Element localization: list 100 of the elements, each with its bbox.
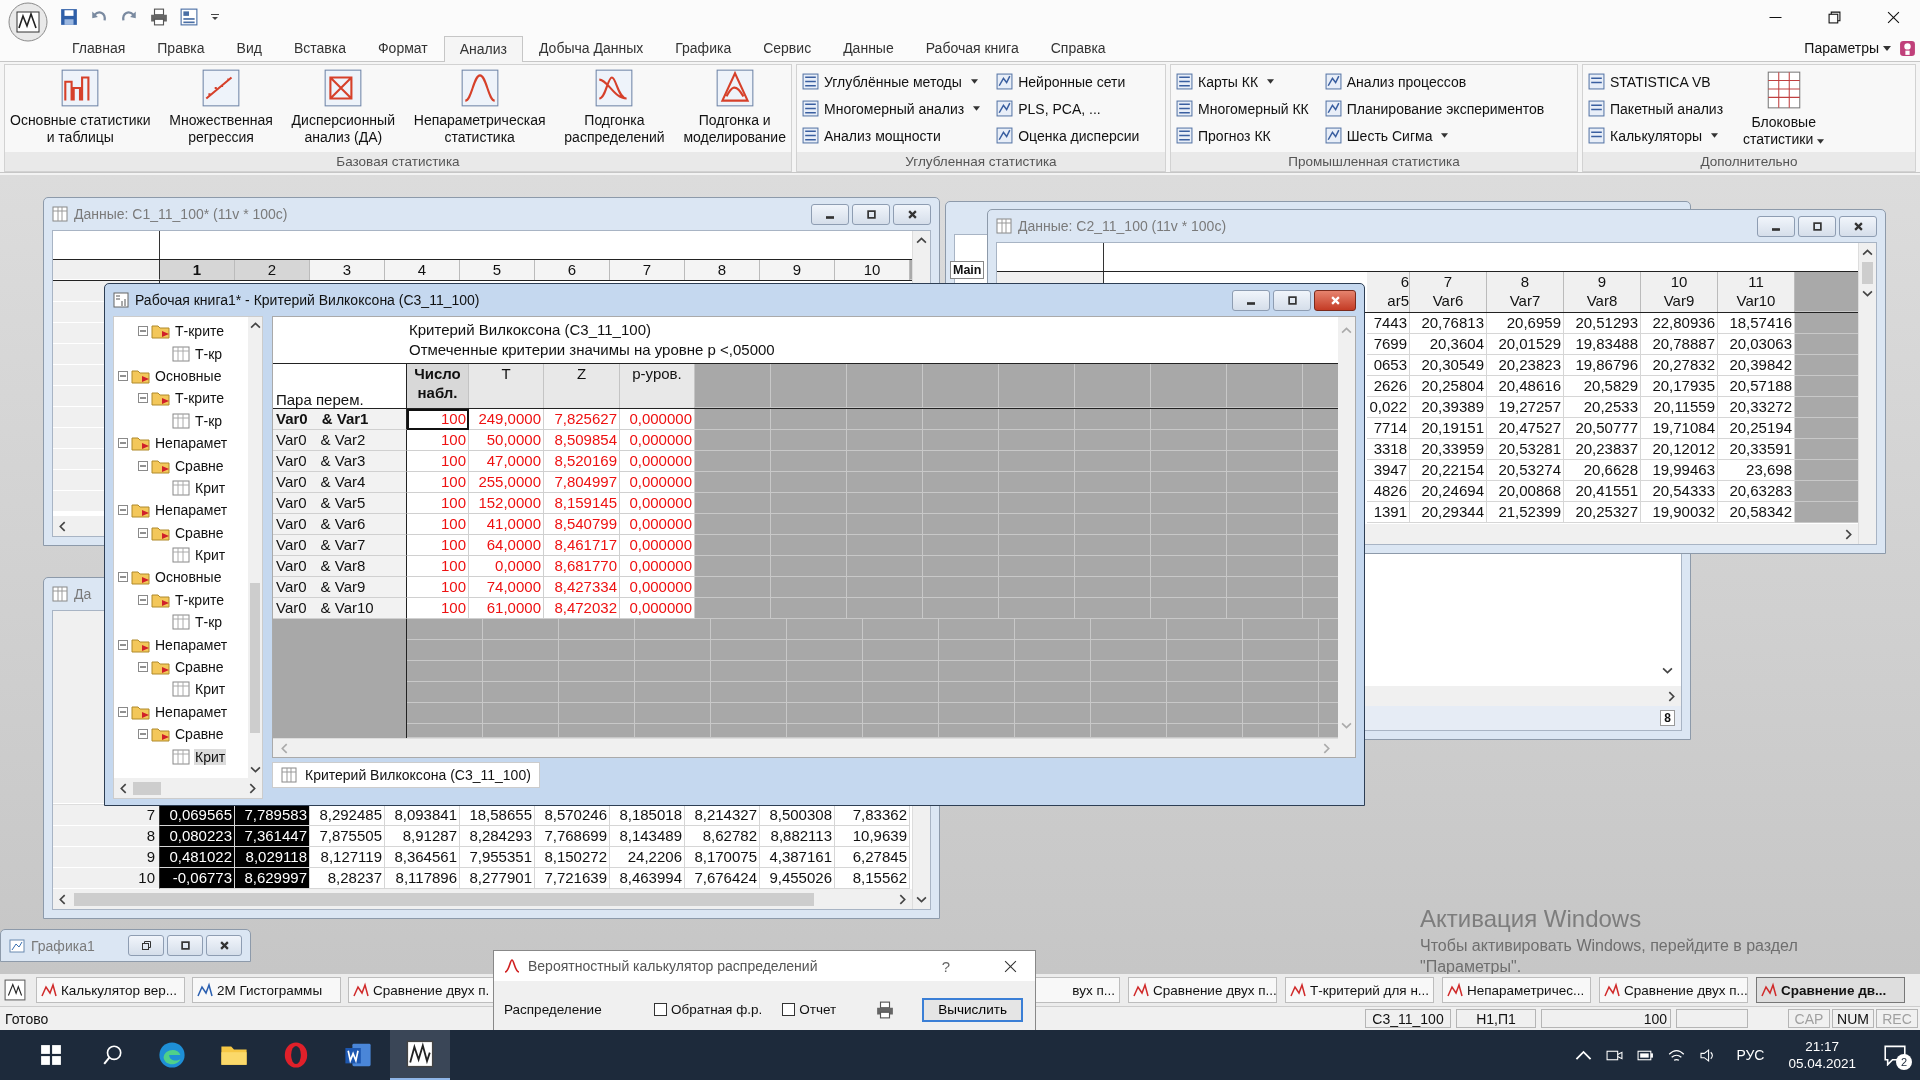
help-button[interactable]: ? bbox=[935, 956, 956, 976]
scrollbar[interactable] bbox=[114, 778, 262, 798]
calculate-button[interactable]: Вычислить bbox=[922, 997, 1023, 1022]
column-header[interactable]: Число набл. bbox=[407, 364, 469, 408]
ribbon-button[interactable]: Множественная регрессия bbox=[166, 67, 276, 146]
scroll-left-icon[interactable] bbox=[57, 893, 68, 905]
restore-icon[interactable] bbox=[1828, 10, 1841, 24]
tree-expander-icon[interactable] bbox=[138, 662, 148, 673]
maximize-button[interactable] bbox=[1273, 289, 1311, 311]
ribbon-button[interactable]: Пакетный анализ bbox=[1585, 96, 1727, 121]
tree-item[interactable]: Сравне bbox=[174, 659, 225, 676]
tree-item[interactable]: Т-крите bbox=[174, 591, 225, 608]
layout-icon[interactable] bbox=[180, 8, 198, 26]
tree-item[interactable]: Т-крите bbox=[174, 323, 225, 340]
sheet-tab[interactable]: Main bbox=[950, 261, 985, 279]
tree-item[interactable]: Непарамет bbox=[154, 435, 229, 452]
ribbon-tab[interactable]: Рабочая книга bbox=[909, 35, 1035, 61]
camera-icon[interactable] bbox=[1606, 1048, 1624, 1062]
maximize-button[interactable] bbox=[167, 935, 203, 956]
language-indicator[interactable]: РУС bbox=[1736, 1047, 1765, 1063]
window-task-button[interactable]: Сравнение дв... bbox=[1756, 977, 1905, 1003]
tree-expander-icon[interactable] bbox=[138, 326, 148, 337]
wifi-icon[interactable] bbox=[1668, 1048, 1686, 1062]
window-task-button[interactable]: Сравнение двух п... bbox=[1599, 977, 1748, 1003]
maximize-button[interactable] bbox=[852, 203, 890, 225]
ring-icon[interactable] bbox=[282, 1041, 310, 1069]
window-task-button[interactable]: Непараметричес... bbox=[1442, 977, 1591, 1003]
ribbon-button[interactable]: Планирование экспериментов bbox=[1321, 96, 1548, 121]
options-menu[interactable]: Параметры bbox=[1804, 40, 1879, 56]
save-icon[interactable] bbox=[60, 8, 78, 26]
column-header[interactable]: 6 bbox=[535, 260, 610, 280]
ribbon-button[interactable]: Калькуляторы bbox=[1585, 123, 1727, 148]
scroll-left-icon[interactable] bbox=[57, 520, 68, 532]
column-header[interactable]: 9 bbox=[760, 260, 835, 280]
ribbon-button[interactable]: Подгонка распределений bbox=[561, 67, 668, 146]
minimize-button[interactable] bbox=[811, 203, 849, 225]
window-task-button[interactable]: Т-критерий для н... bbox=[1285, 977, 1434, 1003]
tree-item[interactable]: Непарамет bbox=[154, 703, 229, 720]
taskbar-button[interactable] bbox=[390, 1030, 450, 1080]
close-button[interactable] bbox=[206, 935, 242, 956]
ribbon-button[interactable]: Подгонка и моделирование bbox=[680, 67, 789, 146]
column-header[interactable]: p-уров. bbox=[620, 364, 695, 408]
column-header[interactable]: 1 bbox=[160, 260, 235, 280]
scroll-thumb[interactable] bbox=[133, 781, 161, 795]
ribbon-tab[interactable]: Анализ bbox=[443, 36, 523, 62]
tree-expander-icon[interactable] bbox=[138, 460, 148, 471]
column-header[interactable]: 2 bbox=[235, 260, 310, 280]
chevron-up-icon[interactable] bbox=[1575, 1048, 1593, 1062]
tree-item[interactable]: Крит bbox=[194, 547, 227, 564]
minimize-button[interactable] bbox=[1757, 215, 1795, 237]
close-icon[interactable] bbox=[1004, 959, 1017, 973]
tree-item[interactable]: Непарамет bbox=[154, 636, 229, 653]
scroll-left-icon[interactable] bbox=[118, 782, 129, 794]
checkbox[interactable] bbox=[654, 1003, 667, 1016]
ribbon-button[interactable]: Блоковые статистики bbox=[1740, 69, 1828, 148]
ribbon-tab[interactable]: Правка bbox=[141, 35, 221, 61]
checkbox[interactable] bbox=[782, 1003, 796, 1016]
tree-expander-icon[interactable] bbox=[118, 639, 128, 650]
scroll-right-icon[interactable] bbox=[1666, 690, 1677, 702]
tree-item[interactable]: Крит bbox=[194, 479, 227, 496]
scroll-down-icon[interactable] bbox=[1862, 288, 1873, 299]
scrollbar[interactable] bbox=[53, 889, 912, 909]
help-icon[interactable] bbox=[1899, 39, 1916, 57]
scroll-right-icon[interactable] bbox=[1843, 528, 1854, 540]
column-header[interactable]: 3 bbox=[310, 260, 385, 280]
scrollbar[interactable] bbox=[248, 317, 262, 778]
column-header[interactable]: Z bbox=[544, 364, 620, 408]
scroll-down-icon[interactable] bbox=[249, 764, 261, 775]
tree-item[interactable]: Основные bbox=[154, 367, 223, 384]
sheet-tab[interactable]: Критерий Вилкоксона (C3_11_100) bbox=[272, 762, 540, 788]
window-task-button[interactable]: 2M Гистограммы bbox=[192, 977, 341, 1003]
document-icon[interactable] bbox=[344, 1041, 372, 1069]
scroll-thumb[interactable] bbox=[74, 892, 814, 906]
scroll-right-icon[interactable] bbox=[247, 782, 258, 794]
close-button[interactable] bbox=[893, 203, 931, 225]
scroll-up-icon[interactable] bbox=[916, 235, 927, 246]
ribbon-button[interactable]: Шесть Сигма bbox=[1321, 123, 1548, 148]
scroll-right-icon[interactable] bbox=[897, 893, 908, 905]
tree-item[interactable]: Крит bbox=[194, 681, 227, 698]
ribbon-tab[interactable]: Формат bbox=[361, 35, 444, 61]
ribbon-tab[interactable]: Графика bbox=[659, 35, 748, 61]
column-header[interactable]: 10 bbox=[835, 260, 910, 280]
tree-expander-icon[interactable] bbox=[118, 505, 128, 516]
column-header[interactable]: 11 Var10 bbox=[1718, 272, 1795, 312]
minimize-icon[interactable] bbox=[1769, 16, 1782, 18]
ribbon-button[interactable]: Оценка дисперсии bbox=[993, 123, 1143, 148]
column-header[interactable]: T bbox=[469, 364, 544, 408]
column-header[interactable]: 8 bbox=[685, 260, 760, 280]
app-logo-icon[interactable] bbox=[4, 979, 26, 1001]
tree-expander-icon[interactable] bbox=[118, 706, 128, 717]
tree-item[interactable]: Т-крите bbox=[174, 390, 225, 407]
tree-expander-icon[interactable] bbox=[138, 393, 148, 404]
ribbon-button[interactable]: Анализ процессов bbox=[1321, 69, 1548, 94]
ribbon-tab[interactable]: Главная bbox=[56, 35, 142, 61]
tree-expander-icon[interactable] bbox=[138, 594, 148, 605]
tree-item[interactable]: Сравне bbox=[174, 524, 225, 541]
window-task-button[interactable]: вух п... bbox=[1034, 977, 1120, 1003]
tree-item[interactable]: Т-кр bbox=[194, 412, 224, 429]
browser-icon[interactable] bbox=[158, 1041, 186, 1069]
tree-item[interactable]: Сравне bbox=[174, 726, 225, 743]
